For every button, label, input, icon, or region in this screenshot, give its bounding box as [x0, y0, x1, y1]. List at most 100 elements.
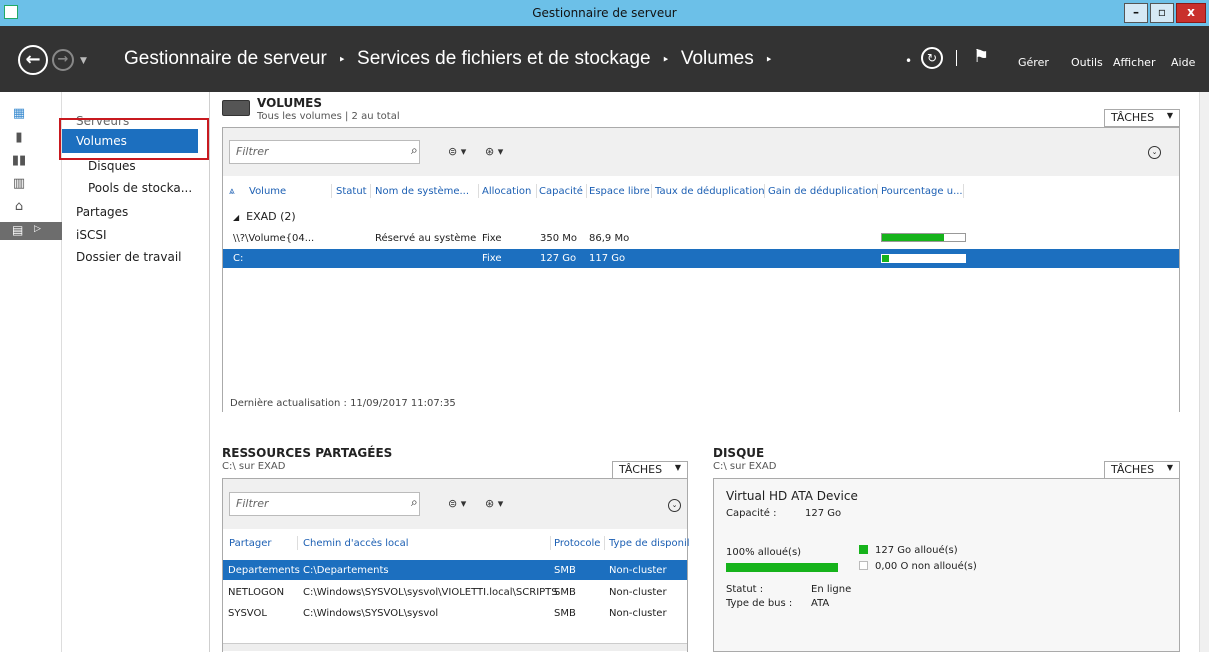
- maximize-button[interactable]: ▫: [1150, 3, 1174, 23]
- col-allocation[interactable]: Allocation: [482, 186, 531, 197]
- shares-filter-input[interactable]: Filtrer: [229, 492, 420, 516]
- breadcrumb-volumes[interactable]: Volumes: [681, 48, 754, 69]
- cell-protocol: SMB: [554, 587, 576, 598]
- volumes-tasks-button[interactable]: TÂCHES ▼: [1104, 109, 1180, 127]
- tasks-label: TÂCHES: [1111, 111, 1155, 124]
- cell-volume: C:: [233, 253, 244, 264]
- cell-type: Non-cluster: [609, 587, 667, 598]
- col-partager[interactable]: Partager: [229, 538, 271, 549]
- highlight-rectangle: [59, 118, 209, 160]
- search-icon[interactable]: ⌕: [411, 143, 418, 158]
- expand-circle-icon[interactable]: ⌄: [668, 499, 681, 512]
- window-title: Gestionnaire de serveur: [532, 6, 677, 20]
- volume-drive-icon: [222, 100, 250, 116]
- col-volume[interactable]: Volume: [249, 186, 286, 197]
- cell-libre: 117 Go: [589, 253, 626, 264]
- sidebar-item-pools[interactable]: Pools de stocka...: [88, 181, 192, 195]
- table-row[interactable]: SYSVOL C:\Windows\SYSVOL\sysvol SMB Non-…: [223, 603, 687, 623]
- dropdown-dot-icon[interactable]: •: [905, 54, 912, 68]
- title-bar: Gestionnaire de serveur – ▫ x: [0, 0, 1209, 26]
- vertical-scrollbar[interactable]: [1199, 92, 1209, 652]
- sidebar-item-partages[interactable]: Partages: [76, 205, 128, 219]
- col-chemin[interactable]: Chemin d'accès local: [303, 538, 409, 549]
- file-services-icon-selected[interactable]: ▤ ▷: [0, 222, 62, 240]
- col-gain-dedup[interactable]: Gain de déduplication: [768, 186, 878, 197]
- col-protocole[interactable]: Protocole: [554, 538, 600, 549]
- list-options-icon[interactable]: ⊜ ▾: [448, 497, 466, 510]
- menu-outils[interactable]: Outils: [1071, 56, 1103, 69]
- role-icon-strip: ▦ ▮ ▮▮ ▥ ⌂ ▤ ▷: [0, 92, 62, 652]
- back-arrow-icon[interactable]: ←: [18, 45, 48, 75]
- notification-flag-icon[interactable]: ⚑: [973, 46, 989, 67]
- table-row[interactable]: NETLOGON C:\Windows\SYSVOL\sysvol\VIOLET…: [223, 582, 687, 602]
- minimize-button[interactable]: –: [1124, 3, 1148, 23]
- dashboard-icon[interactable]: ▦: [10, 106, 28, 122]
- sub-navigation: Serveurs Volumes Disques Pools de stocka…: [59, 92, 210, 652]
- history-dropdown-icon[interactable]: ▼: [80, 56, 87, 66]
- breadcrumb: Gestionnaire de serveur ‣ Services de fi…: [124, 48, 773, 69]
- dns-icon[interactable]: ⌂: [10, 199, 28, 215]
- cell-protocol: SMB: [554, 608, 576, 619]
- save-query-icon[interactable]: ⊛ ▾: [485, 145, 503, 158]
- shares-grid: Partager Chemin d'accès local Protocole …: [223, 529, 690, 652]
- refresh-icon[interactable]: ↻: [921, 47, 943, 69]
- group-label: EXAD (2): [246, 210, 296, 223]
- chevron-down-icon: ▼: [1166, 111, 1173, 120]
- forward-arrow-icon[interactable]: →: [52, 49, 74, 71]
- legend-allocated-swatch: [859, 545, 868, 554]
- close-button[interactable]: x: [1176, 3, 1206, 23]
- list-options-icon[interactable]: ⊜ ▾: [448, 145, 466, 158]
- sidebar-item-disques[interactable]: Disques: [88, 159, 136, 173]
- menu-gerer[interactable]: Gérer: [1018, 56, 1049, 69]
- disk-tasks-button[interactable]: TÂCHES ▼: [1104, 461, 1180, 479]
- local-server-icon[interactable]: ▮: [10, 130, 28, 146]
- cell-nom: Réservé au système: [375, 233, 477, 244]
- sort-ascending-icon[interactable]: ⩓: [229, 186, 235, 197]
- shares-title: RESSOURCES PARTAGÉES: [222, 446, 393, 460]
- cell-capacite: 127 Go: [540, 253, 577, 264]
- group-header[interactable]: ◢ EXAD (2): [233, 210, 296, 223]
- chevron-down-icon: ▼: [674, 463, 681, 472]
- expand-arrow-icon: ▷: [34, 224, 41, 234]
- col-type-dispo[interactable]: Type de disponil: [609, 538, 690, 549]
- legend-free-swatch: [859, 561, 868, 570]
- col-statut[interactable]: Statut: [336, 186, 367, 197]
- collapse-triangle-icon: ◢: [233, 213, 240, 222]
- cell-path: C:\Windows\SYSVOL\sysvol\VIOLETTI.local\…: [303, 587, 558, 598]
- horizontal-scrollbar[interactable]: [223, 643, 687, 651]
- file-storage-icon: ▤: [12, 223, 24, 237]
- expand-circle-icon[interactable]: ⌄: [1148, 146, 1161, 159]
- breadcrumb-server-manager[interactable]: Gestionnaire de serveur: [124, 48, 327, 69]
- disk-device-name: Virtual HD ATA Device: [726, 489, 858, 503]
- col-espace-libre[interactable]: Espace libre: [589, 186, 650, 197]
- menu-aide[interactable]: Aide: [1171, 56, 1195, 69]
- sidebar-item-iscsi[interactable]: iSCSI: [76, 228, 107, 242]
- volumes-filter-input[interactable]: Filtrer: [229, 140, 420, 164]
- search-icon[interactable]: ⌕: [411, 495, 418, 510]
- col-pourcentage[interactable]: Pourcentage u...: [881, 186, 963, 197]
- table-row-selected[interactable]: C: Fixe 127 Go 117 Go: [223, 249, 1179, 268]
- col-nom-systeme[interactable]: Nom de système...: [375, 186, 469, 197]
- ad-ds-icon[interactable]: ▥: [10, 176, 28, 192]
- menu-afficher[interactable]: Afficher: [1113, 56, 1155, 69]
- cell-share-name: Departements: [228, 565, 300, 576]
- bus-type-value: ATA: [811, 598, 830, 609]
- col-taux-dedup[interactable]: Taux de déduplication: [655, 186, 765, 197]
- toolbar-divider: [956, 50, 957, 66]
- all-servers-icon[interactable]: ▮▮: [10, 153, 28, 169]
- cell-allocation: Fixe: [482, 233, 502, 244]
- cell-allocation: Fixe: [482, 253, 502, 264]
- capacity-value: 127 Go: [805, 508, 842, 519]
- cell-capacite: 350 Mo: [540, 233, 578, 244]
- shares-panel: Filtrer ⌕ ⊜ ▾ ⊛ ▾ ⌄ Partager Chemin d'ac…: [222, 478, 690, 652]
- nav-bar: ← → ▼ Gestionnaire de serveur ‣ Services…: [0, 26, 1209, 92]
- breadcrumb-file-services[interactable]: Services de fichiers et de stockage: [357, 48, 651, 69]
- volumes-title: VOLUMES: [257, 96, 323, 110]
- save-query-icon[interactable]: ⊛ ▾: [485, 497, 503, 510]
- table-row[interactable]: \\?\Volume{04... Réservé au système Fixe…: [223, 228, 1179, 248]
- shares-tasks-button[interactable]: TÂCHES ▼: [612, 461, 688, 479]
- sidebar-item-dossier-travail[interactable]: Dossier de travail: [76, 250, 181, 264]
- col-capacite[interactable]: Capacité: [539, 186, 583, 197]
- cell-type: Non-cluster: [609, 608, 667, 619]
- table-row-selected[interactable]: Departements C:\Departements SMB Non-clu…: [223, 560, 687, 580]
